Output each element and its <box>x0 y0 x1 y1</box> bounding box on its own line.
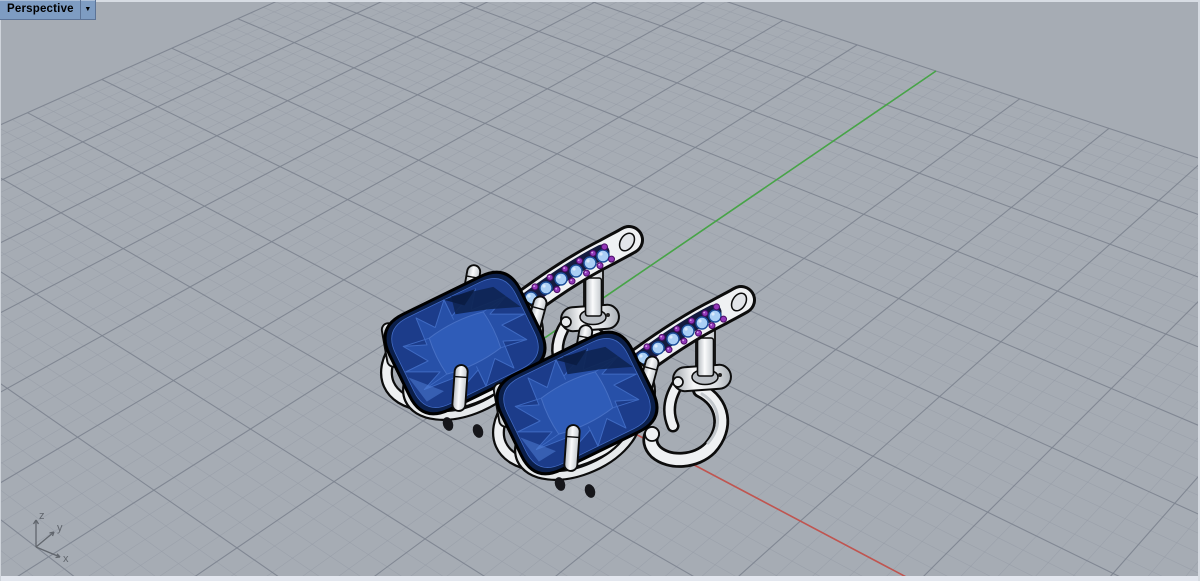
grid-line <box>0 10 755 446</box>
world-axes-gizmo: z y x <box>32 510 69 565</box>
grid-line <box>250 12 1200 410</box>
grid-line <box>275 1 1200 379</box>
viewport-title-tab[interactable]: Perspective ▼ <box>0 0 96 20</box>
gizmo-x-label: x <box>63 553 69 565</box>
viewport-menu-dropdown-icon[interactable]: ▼ <box>81 0 95 20</box>
grid-line <box>0 0 471 231</box>
grid-line <box>263 6 1200 394</box>
gizmo-z-label: z <box>39 510 45 522</box>
grid-line <box>0 1 727 410</box>
grid-line <box>116 72 1173 581</box>
viewport-border-top <box>0 0 1200 2</box>
viewport-border-left <box>0 0 1 581</box>
grid-line <box>881 269 1200 581</box>
viewport-title[interactable]: Perspective <box>0 3 80 16</box>
viewport-border-bottom <box>0 576 1200 581</box>
grid-line <box>237 18 1200 427</box>
perspective-viewport[interactable]: Perspective ▼ z y x <box>0 0 1200 581</box>
viewport-canvas[interactable] <box>0 0 1200 581</box>
gizmo-y-label: y <box>57 522 63 534</box>
